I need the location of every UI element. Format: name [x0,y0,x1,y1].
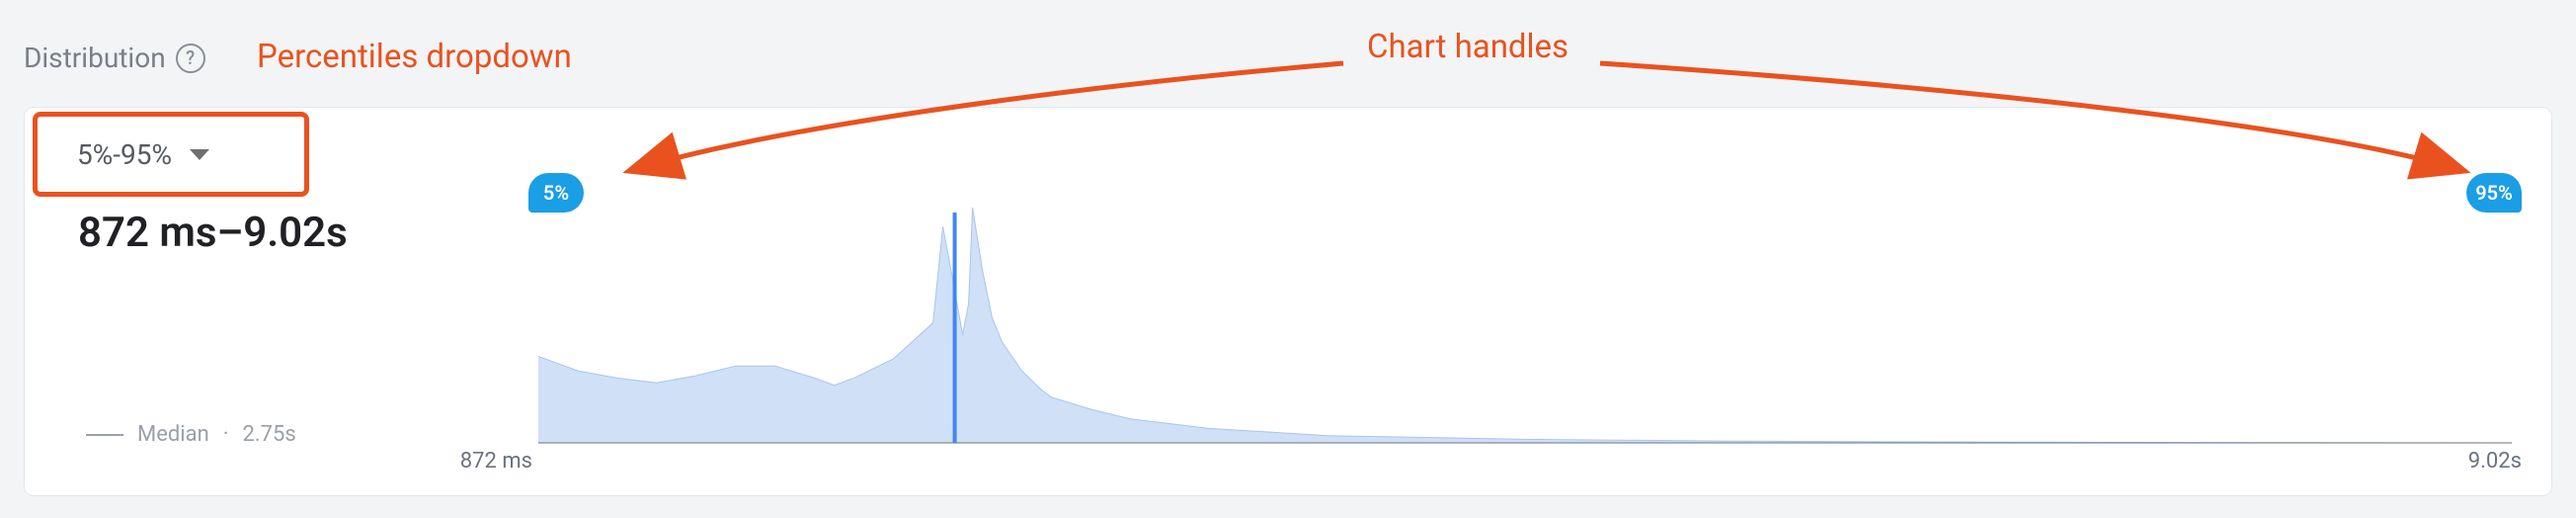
median-legend: Median · 2.75s [86,422,296,447]
help-icon[interactable]: ? [176,43,205,73]
distribution-card: 5%-95% 872 ms–9.02s Median · 2.75s 5% 95… [24,107,2552,496]
median-value: 2.75s [243,422,296,447]
median-separator: · [223,422,229,447]
annotation-percentiles-dropdown: Percentiles dropdown [257,38,572,76]
median-line-icon [86,434,123,436]
percentiles-dropdown-label: 5%-95% [77,138,172,171]
distribution-sparkline [538,179,2512,444]
selected-range-value: 872 ms–9.02s [78,209,348,257]
median-label: Median [137,422,209,447]
chevron-down-icon [190,149,209,160]
panel-header: Distribution ? [24,42,205,74]
chart-handle-start[interactable]: 5% [528,173,584,213]
percentiles-dropdown[interactable]: 5%-95% [33,112,309,197]
axis-label-start: 872 ms [443,449,532,474]
distribution-chart: 5% 95% 872 ms 9.02s [538,179,2512,444]
panel-title: Distribution [24,42,166,74]
annotation-chart-handles: Chart handles [1367,28,1569,66]
axis-label-end: 9.02s [2468,449,2522,474]
chart-handle-end[interactable]: 95% [2466,173,2522,213]
